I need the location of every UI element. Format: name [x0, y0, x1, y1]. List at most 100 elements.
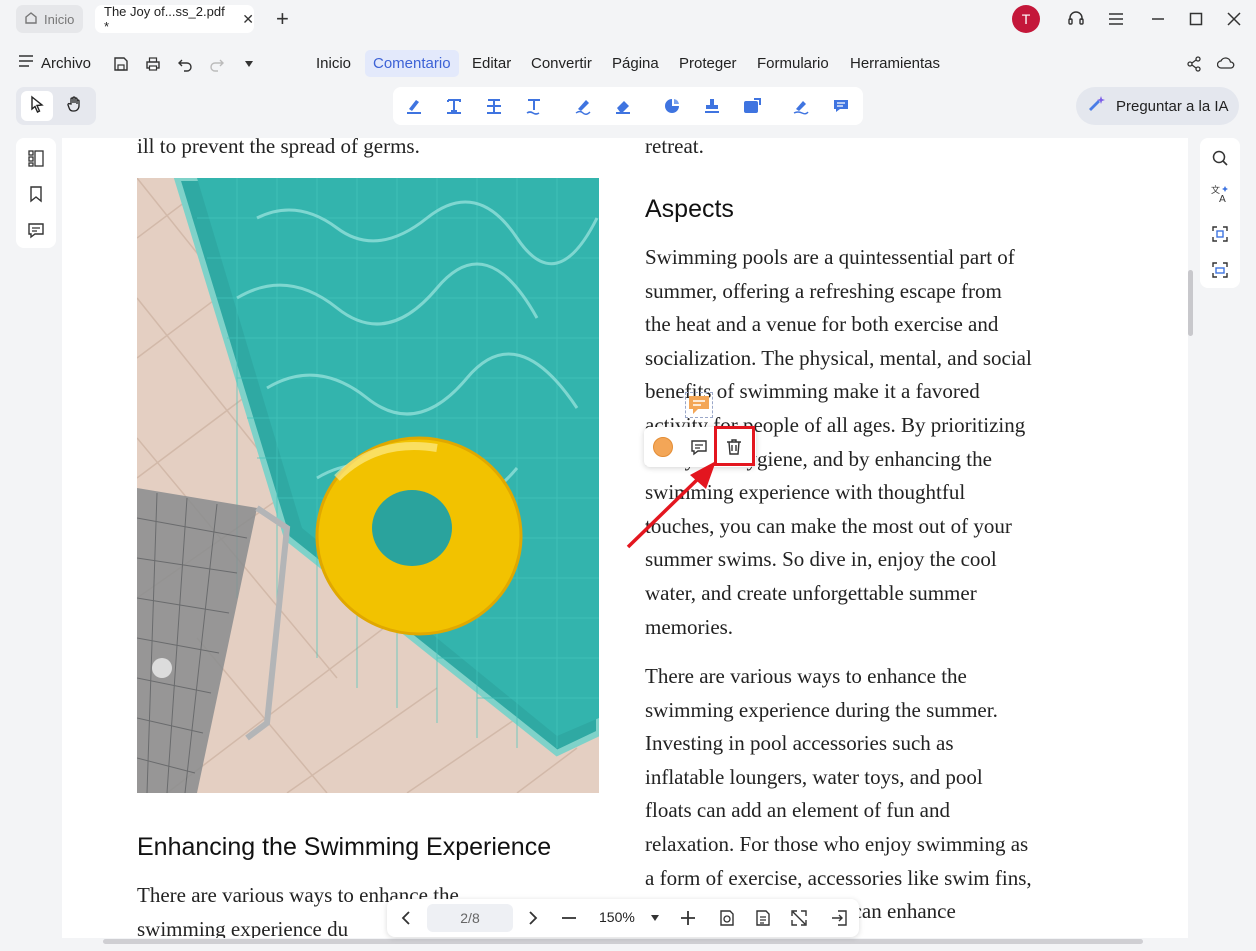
cursor-icon [29, 95, 45, 118]
page-number-input[interactable]: 2/8 [427, 904, 513, 932]
bookmark-icon[interactable] [26, 184, 46, 204]
left-heading: Enhancing the Swimming Experience [137, 833, 552, 861]
previous-page-icon[interactable] [396, 908, 416, 928]
next-page-icon[interactable] [523, 908, 543, 928]
right-heading: Aspects [645, 195, 734, 223]
redo-icon[interactable] [207, 54, 227, 74]
close-window-icon[interactable] [1223, 8, 1245, 30]
zoom-dropdown-icon[interactable] [645, 908, 665, 928]
area-icon[interactable] [742, 96, 762, 116]
para2-line: swimming experience during the summer. [645, 697, 998, 722]
pool-image [137, 178, 599, 793]
share-icon[interactable] [1184, 54, 1204, 74]
menu-bar: Archivo Inicio Comentario Editar Convert… [0, 46, 1256, 82]
hand-icon [66, 95, 84, 118]
menu-proteger[interactable]: Proteger [671, 50, 745, 77]
comments-panel-icon[interactable] [26, 220, 46, 240]
fullscreen-icon[interactable] [789, 908, 809, 928]
search-icon[interactable] [1210, 148, 1230, 168]
para1-line: socialization. The physical, mental, and… [645, 345, 1032, 370]
underline-icon[interactable] [524, 96, 544, 116]
translate-icon[interactable]: 文A [1210, 184, 1230, 204]
comment-box-icon[interactable] [831, 96, 851, 116]
fit-page-icon[interactable] [717, 908, 737, 928]
tab-document-label: The Joy of...ss_2.pdf * [104, 4, 225, 34]
save-icon[interactable] [111, 54, 131, 74]
headset-icon[interactable] [1065, 8, 1087, 30]
minimize-icon[interactable] [1147, 8, 1169, 30]
print-icon[interactable] [143, 54, 163, 74]
home-icon [24, 11, 38, 28]
zoom-in-icon[interactable] [678, 908, 698, 928]
para2-line: Investing in pool accessories such as [645, 731, 954, 756]
para2-line: inflatable loungers, water toys, and poo… [645, 764, 983, 789]
ask-ai-button[interactable]: Preguntar a la IA [1076, 87, 1239, 125]
ai-sparkle-icon [1086, 94, 1106, 118]
ocr-icon[interactable] [1210, 224, 1230, 244]
stamp-icon[interactable] [702, 96, 722, 116]
left-bottom-line-2: swimming experience du [137, 917, 349, 938]
page-view-icon[interactable] [753, 908, 773, 928]
archivo-label: Archivo [41, 54, 92, 72]
menu-herramientas[interactable]: Herramientas [842, 50, 948, 77]
avatar[interactable]: T [1012, 5, 1040, 33]
ask-ai-label: Preguntar a la IA [1116, 97, 1229, 115]
hamburger-menu-icon[interactable] [1105, 8, 1127, 30]
zoom-out-icon[interactable] [559, 908, 579, 928]
tab-document[interactable]: The Joy of...ss_2.pdf * ✕ [95, 4, 254, 34]
menu-inicio[interactable]: Inicio [308, 50, 359, 77]
eraser-icon[interactable] [613, 96, 633, 116]
maximize-icon[interactable] [1185, 8, 1207, 30]
hand-tool-button[interactable] [59, 91, 91, 121]
signature-icon[interactable] [791, 96, 811, 116]
dropdown-arrow-icon[interactable] [239, 54, 259, 74]
vertical-scrollbar[interactable] [1188, 270, 1193, 336]
para1-line: the heat and a venue for both exercise a… [645, 312, 999, 337]
pointer-tool-group [16, 87, 96, 125]
menu-editar[interactable]: Editar [464, 50, 519, 77]
right-top-line: retreat. [645, 138, 704, 158]
menu-comentario[interactable]: Comentario [365, 50, 459, 77]
para1-line: summer, offering a refreshing escape fro… [645, 278, 1002, 303]
sticky-note-icon[interactable] [685, 392, 713, 418]
left-top-line: ill to prevent the spread of germs. [137, 138, 420, 158]
tab-home[interactable]: Inicio [16, 5, 83, 33]
shape-icon[interactable] [662, 96, 682, 116]
zoom-level[interactable]: 150% [599, 909, 635, 925]
menu-convertir[interactable]: Convertir [523, 50, 600, 77]
exit-icon[interactable] [829, 908, 849, 928]
new-tab-icon[interactable]: + [276, 6, 289, 32]
add-comment-icon[interactable] [689, 437, 709, 457]
title-bar: Inicio The Joy of...ss_2.pdf * ✕ + T [0, 0, 1256, 38]
paragraph-2: There are various ways to enhance the sw… [645, 660, 1032, 929]
select-tool-button[interactable] [21, 91, 53, 121]
para2-line: floats can add an element of fun and [645, 798, 950, 823]
menu-pagina[interactable]: Página [604, 50, 667, 77]
archivo-menu[interactable]: Archivo [18, 54, 91, 72]
pencil-icon[interactable] [573, 96, 593, 116]
close-tab-icon[interactable]: ✕ [242, 11, 254, 28]
undo-icon[interactable] [175, 54, 195, 74]
color-picker-button[interactable] [653, 437, 673, 457]
strikethrough-icon[interactable] [484, 96, 504, 116]
right-sidebar: 文A [1200, 138, 1240, 288]
horizontal-scrollbar[interactable] [103, 939, 1143, 944]
highlight-icon[interactable] [404, 96, 424, 116]
cloud-icon[interactable] [1216, 54, 1236, 74]
para2-line: There are various ways to enhance the [645, 664, 967, 688]
text-icon[interactable] [444, 96, 464, 116]
para2-line: relaxation. For those who enjoy swimming… [645, 831, 1029, 856]
left-sidebar [16, 138, 56, 248]
annotation-toolbar [393, 87, 863, 125]
screenshot-icon[interactable] [1210, 260, 1230, 280]
thumbnails-icon[interactable] [26, 148, 46, 168]
page-navigation-bar: 2/8 150% [387, 899, 859, 937]
para2-line: a form of exercise, accessories like swi… [645, 865, 1032, 890]
svg-text:A: A [1219, 194, 1226, 204]
menu-lines-icon [18, 54, 34, 72]
para1-line: memories. [645, 614, 734, 639]
menu-formulario[interactable]: Formulario [749, 50, 837, 77]
pointer-arrow [626, 461, 716, 549]
para1-line: water, and create unforgettable summer [645, 580, 977, 605]
para1-line: Swimming pools are a quintessential part… [645, 245, 1015, 269]
